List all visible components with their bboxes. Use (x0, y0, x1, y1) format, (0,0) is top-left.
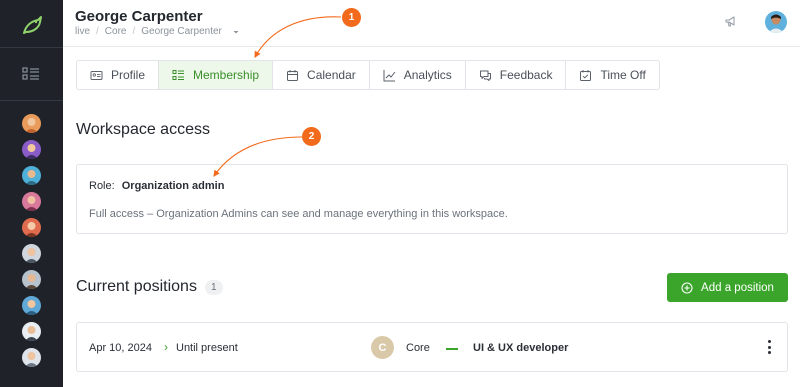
tab-time-off[interactable]: Time Off (566, 61, 658, 89)
member-avatar[interactable] (22, 114, 41, 133)
role-value[interactable]: Organization admin (122, 180, 225, 192)
workspace-access-title: Workspace access (76, 121, 210, 138)
breadcrumb: live / Core / George Carpenter (75, 26, 240, 37)
role-row: Role: Organization admin (89, 180, 224, 192)
tab-membership[interactable]: Membership (159, 61, 274, 89)
tab-profile[interactable]: Profile (77, 61, 160, 89)
dash-separator (446, 348, 458, 350)
annotation-callout-2: 2 (302, 127, 321, 146)
team-avatar: C (371, 336, 394, 359)
app-logo-icon[interactable] (20, 13, 44, 37)
annotation-callout-1: 1 (342, 8, 361, 27)
page-title: George Carpenter (75, 8, 203, 25)
tab-label: Feedback (499, 68, 553, 82)
job-title: UI & UX developer (473, 342, 569, 354)
tab-calendar[interactable]: Calendar (273, 61, 370, 89)
calendar-check-icon (580, 69, 592, 81)
breadcrumb-item[interactable]: live (75, 26, 90, 37)
breadcrumb-separator: / (132, 26, 136, 37)
chevron-right-icon: › (164, 340, 168, 354)
member-avatar[interactable] (22, 244, 41, 263)
profile-tabs: Profile Membership Calendar Analytics Fe… (76, 60, 660, 90)
member-avatar[interactable] (22, 140, 41, 159)
user-avatar[interactable] (765, 11, 787, 33)
tab-label: Membership (193, 68, 260, 82)
megaphone-icon[interactable] (724, 15, 738, 29)
sidebar-divider (0, 47, 63, 48)
member-avatar[interactable] (22, 348, 41, 367)
add-position-button[interactable]: Add a position (667, 273, 788, 302)
tab-feedback[interactable]: Feedback (466, 61, 567, 89)
position-row[interactable]: Apr 10, 2024 › Until present C Core UI &… (76, 322, 788, 372)
role-label: Role: (89, 180, 115, 192)
list-icon (172, 69, 185, 80)
page-header: George Carpenter live / Core / George Ca… (63, 0, 800, 47)
workspace-access-card: Role: Organization admin Full access – O… (76, 164, 788, 234)
breadcrumb-item[interactable]: Core (105, 26, 127, 37)
chat-icon (479, 70, 491, 81)
member-avatar[interactable] (22, 296, 41, 315)
breadcrumb-separator: / (96, 26, 99, 37)
tab-label: Profile (111, 68, 146, 82)
id-card-icon (90, 70, 103, 80)
tab-label: Calendar (307, 68, 356, 82)
calendar-icon (287, 69, 299, 81)
member-avatar[interactable] (22, 270, 41, 289)
tab-analytics[interactable]: Analytics (370, 61, 466, 89)
member-avatar[interactable] (22, 218, 41, 237)
sidebar-divider (0, 100, 63, 101)
positions-title: Current positions (76, 278, 197, 295)
position-start-date: Apr 10, 2024 (89, 342, 152, 354)
tab-label: Analytics (403, 68, 452, 82)
plus-circle-icon (681, 281, 693, 294)
positions-count-badge: 1 (204, 279, 223, 295)
chevron-down-icon[interactable] (232, 28, 240, 36)
member-avatar[interactable] (22, 166, 41, 185)
add-position-label: Add a position (701, 281, 774, 294)
chart-line-icon (383, 69, 396, 81)
member-avatar[interactable] (22, 192, 41, 211)
sidebar (0, 0, 63, 387)
tab-label: Time Off (600, 68, 646, 82)
role-description: Full access – Organization Admins can se… (89, 208, 508, 220)
breadcrumb-item[interactable]: George Carpenter (141, 26, 222, 37)
positions-header: Current positions 1 (76, 278, 223, 296)
position-end-date: Until present (176, 342, 238, 354)
more-options-icon[interactable] (766, 340, 772, 354)
team-name: Core (406, 342, 430, 354)
list-view-icon[interactable] (22, 66, 40, 82)
member-avatar[interactable] (22, 322, 41, 341)
